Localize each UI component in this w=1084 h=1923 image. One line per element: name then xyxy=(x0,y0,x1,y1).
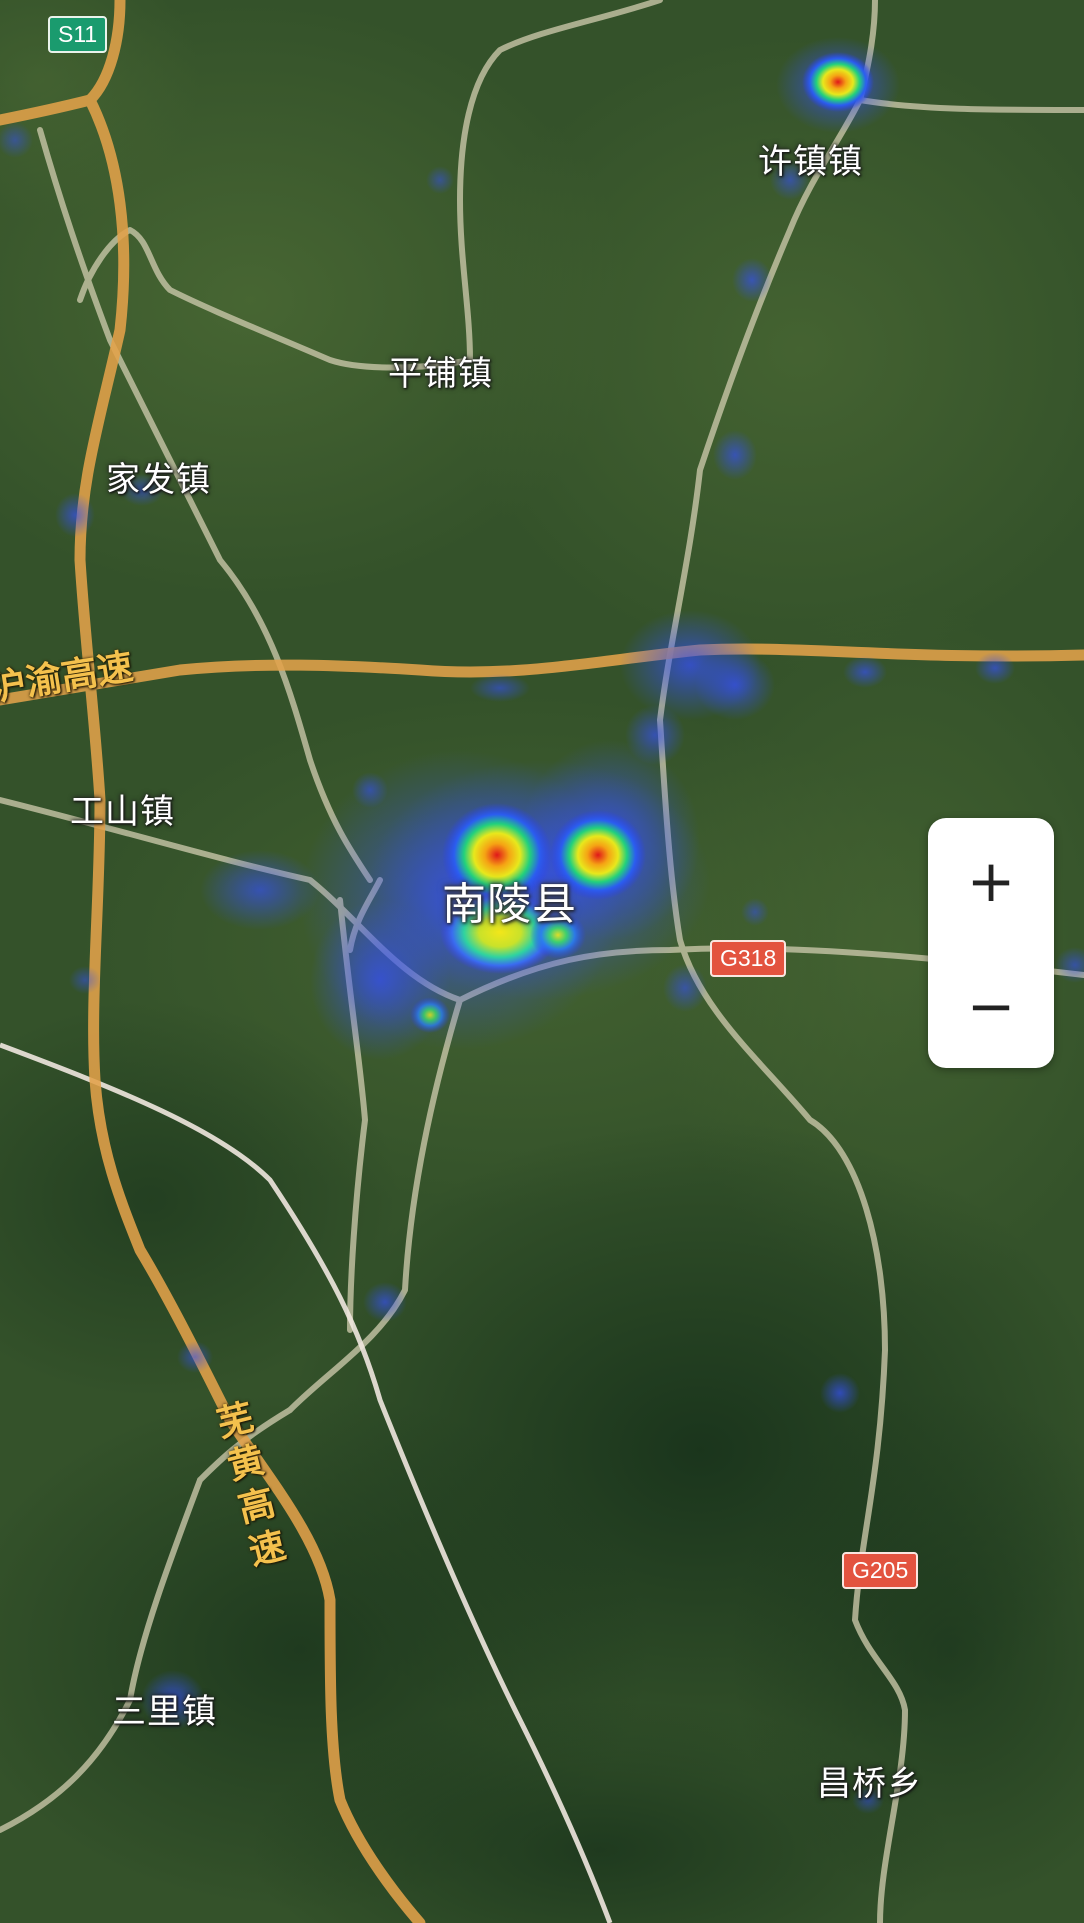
zoom-in-button[interactable]: + xyxy=(928,818,1054,943)
place-label-gongshan[interactable]: 工山镇 xyxy=(70,784,175,833)
place-label-changqiao[interactable]: 昌桥乡 xyxy=(817,1756,922,1805)
map-canvas xyxy=(0,0,1084,1923)
place-label-jiafa[interactable]: 家发镇 xyxy=(106,452,211,501)
route-shield-g318: G318 xyxy=(710,940,787,977)
place-label-sanli[interactable]: 三里镇 xyxy=(112,1684,217,1733)
place-label-xuzhen[interactable]: 许镇镇 xyxy=(758,134,863,183)
route-shield-g205: G205 xyxy=(842,1552,919,1589)
map-view[interactable]: S11 G318 G205 沪渝高速 芜黄高速 许镇镇 平铺镇 家发镇 工山镇 … xyxy=(0,0,1084,1923)
place-label-pingpu[interactable]: 平铺镇 xyxy=(388,346,493,395)
place-label-county[interactable]: 南陵县 xyxy=(442,868,577,932)
zoom-control: + − xyxy=(928,818,1054,1068)
route-shield-s11: S11 xyxy=(48,16,108,53)
zoom-out-button[interactable]: − xyxy=(928,943,1054,1068)
